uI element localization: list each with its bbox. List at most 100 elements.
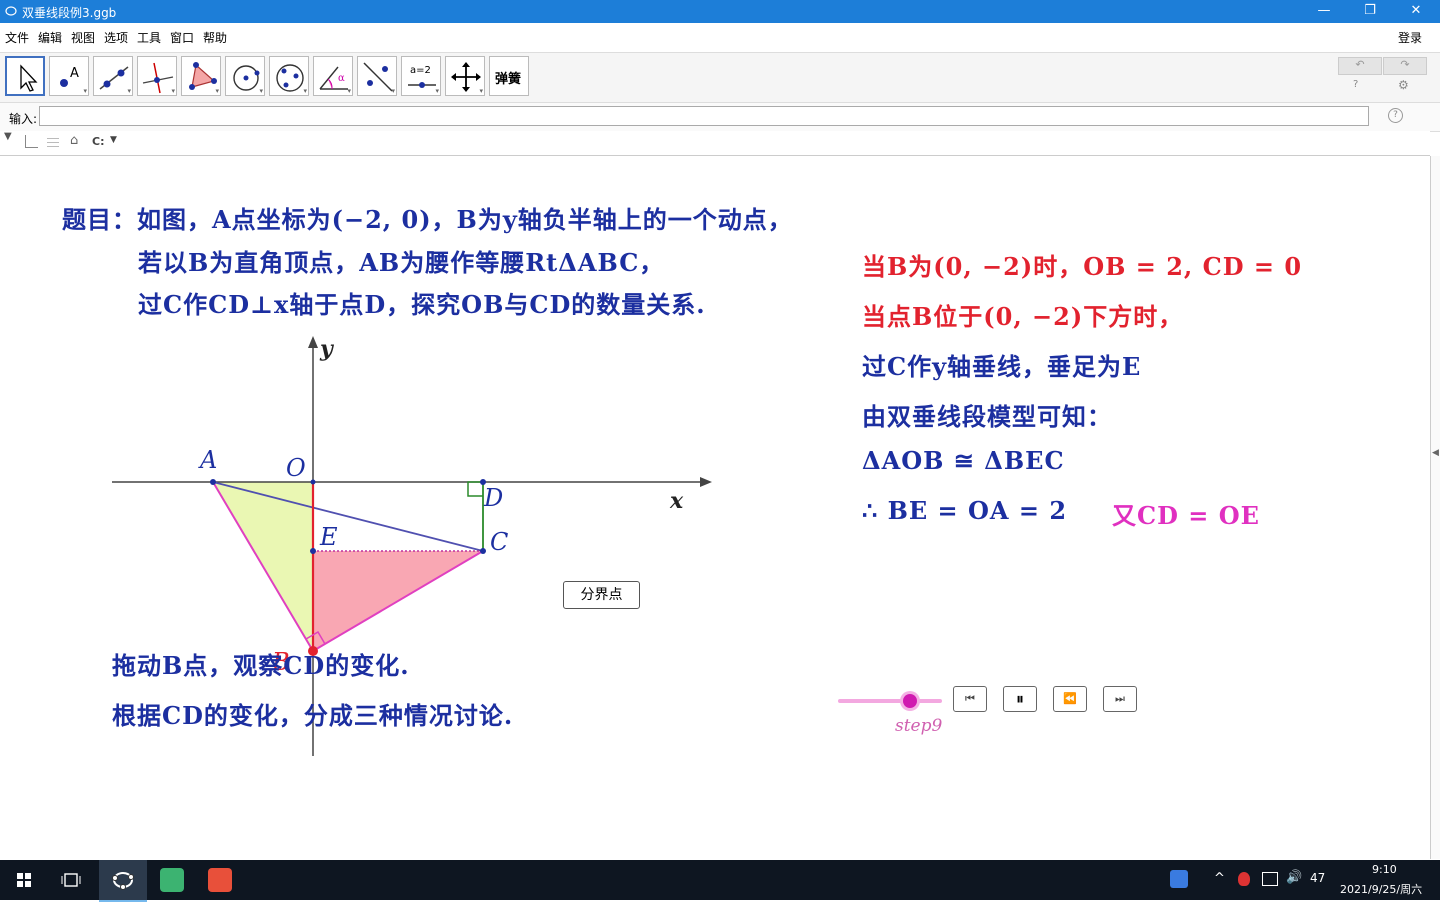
side-panel-toggle[interactable]: ◀ <box>1430 156 1440 859</box>
task-view-icon[interactable] <box>55 864 87 896</box>
chevron-down-icon[interactable]: ▼ <box>110 135 117 145</box>
settings-gear-icon[interactable]: ⚙ <box>1398 78 1409 92</box>
clock-date[interactable]: 2021/9/25/周六 <box>1340 881 1422 897</box>
grid-toggle-icon[interactable] <box>47 135 59 147</box>
x-axis-arrow <box>700 477 712 487</box>
input-help-icon[interactable]: ? <box>1388 108 1403 123</box>
custom-tool-button[interactable]: 弹簧 <box>489 56 529 96</box>
line-tool-button[interactable]: ▾ <box>93 56 133 96</box>
tray-chevron-icon[interactable]: ^ <box>1214 871 1225 886</box>
graphics-view[interactable]: 题目：如图，A点坐标为(−2, 0)，B为y轴负半轴上的一个动点， 若以B为直角… <box>0 156 1430 859</box>
volume-icon[interactable]: 🔊 <box>1286 870 1302 885</box>
move-view-tool-button[interactable]: ▾ <box>445 56 485 96</box>
label-x: x <box>669 488 684 514</box>
menu-file[interactable]: 文件 <box>5 29 29 46</box>
point-E[interactable] <box>310 548 316 554</box>
right-angle-D <box>467 481 483 497</box>
play-pause-button[interactable]: ⏸ <box>1003 686 1037 712</box>
svg-text:α: α <box>338 73 345 84</box>
window-title-bar[interactable]: 双垂线段例3.ggb — ❐ ✕ <box>0 0 1440 23</box>
solution-line-6a: ∴ BE = OA = 2 <box>862 496 1068 525</box>
polygon-tool-button[interactable]: ▾ <box>181 56 221 96</box>
label-D: D <box>483 484 503 512</box>
qq-icon[interactable] <box>1170 870 1188 888</box>
menu-view[interactable]: 视图 <box>71 29 95 46</box>
slider-tool-button[interactable]: a=2 ▾ <box>401 56 441 96</box>
camtasia-green-icon[interactable] <box>160 868 184 892</box>
close-button[interactable]: ✕ <box>1393 0 1439 23</box>
solution-line-3: 过C作y轴垂线，垂足为E <box>862 352 1142 381</box>
toolbar-help-icon[interactable]: ? <box>1353 79 1358 90</box>
maximize-button[interactable]: ❐ <box>1347 0 1393 23</box>
last-step-button[interactable]: ⏭ <box>1103 686 1137 712</box>
spring-tool-icon: 弹簧 <box>495 71 521 87</box>
geogebra-icon <box>112 872 134 890</box>
previous-step-button[interactable]: ⏪ <box>1053 686 1087 712</box>
menu-window[interactable]: 窗口 <box>170 29 194 46</box>
solution-line-5: ΔAOB ≅ ΔBEC <box>862 446 1065 475</box>
solution-line-6b: 又CD = OE <box>1112 501 1260 530</box>
y-axis-arrow <box>308 336 318 348</box>
stylebar-toggle-icon[interactable]: ▼ <box>4 131 12 142</box>
point-capture-dropdown[interactable]: C: <box>92 135 104 148</box>
menu-tools[interactable]: 工具 <box>137 29 161 46</box>
label-y: y <box>319 336 335 362</box>
redo-button[interactable]: ↷ <box>1383 57 1427 75</box>
point-O[interactable] <box>310 479 316 485</box>
login-link[interactable]: 登录 <box>1398 29 1422 46</box>
algebra-input-field[interactable] <box>39 106 1369 126</box>
battery-percentage: 47 <box>1310 871 1326 885</box>
point-C[interactable] <box>480 548 486 554</box>
move-tool-button[interactable] <box>5 56 45 96</box>
geogebra-app-icon <box>5 6 17 16</box>
label-E: E <box>319 523 338 551</box>
label-O: O <box>286 454 306 482</box>
network-icon[interactable] <box>1262 872 1278 886</box>
circle-tool-button[interactable]: ▾ <box>225 56 265 96</box>
first-step-button[interactable]: ⏮ <box>953 686 987 712</box>
menu-help[interactable]: 帮助 <box>203 29 227 46</box>
boundary-point-button[interactable]: 分界点 <box>563 581 640 609</box>
menu-edit[interactable]: 编辑 <box>38 29 62 46</box>
svg-text:a=2: a=2 <box>410 65 431 76</box>
hint-line-1: 拖动B点，观察CD的变化. <box>112 651 410 680</box>
solution-line-4: 由双垂线段模型可知： <box>862 402 1112 431</box>
undo-button[interactable]: ↶ <box>1338 57 1382 75</box>
label-A: A <box>198 446 217 474</box>
label-C: C <box>490 528 508 556</box>
angle-tool-button[interactable]: α ▾ <box>313 56 353 96</box>
axes-toggle-icon[interactable] <box>25 135 38 148</box>
hint-line-2: 根据CD的变化，分成三种情况讨论. <box>112 701 514 730</box>
menu-bar: 文件 编辑 视图 选项 工具 窗口 帮助 登录 <box>0 23 1440 49</box>
windows-taskbar: ^ 🔊 47 9:10 2021/9/25/周六 <box>0 860 1440 902</box>
style-bar: ▼ ⌂ C: ▼ <box>0 131 1430 156</box>
menu-options[interactable]: 选项 <box>104 29 128 46</box>
redo-icon: ↷ <box>1400 58 1410 71</box>
toolbar: A ▾ ▾ ▾ ▾ ▾ ▾ α ▾ ▾ a=2 ▾ ▾ 弹簧 ↶ ↷ ? ⚙ <box>0 52 1440 103</box>
solution-line-2: 当点B位于(0, −2)下方时， <box>862 302 1184 331</box>
perpendicular-tool-button[interactable]: ▾ <box>137 56 177 96</box>
window-title: 双垂线段例3.ggb <box>22 6 117 20</box>
svg-text:弹簧: 弹簧 <box>495 71 521 87</box>
chevron-left-icon[interactable]: ◀ <box>1432 448 1439 458</box>
clock-time[interactable]: 9:10 <box>1372 863 1397 876</box>
step-slider-handle[interactable] <box>903 694 917 708</box>
step-slider-track[interactable] <box>838 699 942 703</box>
home-icon[interactable]: ⌂ <box>70 133 78 148</box>
point-tool-button[interactable]: A ▾ <box>49 56 89 96</box>
input-label: 输入: <box>9 112 38 126</box>
reflect-tool-button[interactable]: ▾ <box>357 56 397 96</box>
arrow-cursor-icon <box>20 64 38 92</box>
qq-penguin-icon[interactable] <box>1238 872 1250 886</box>
point-A[interactable] <box>210 479 216 485</box>
taskbar-geogebra[interactable] <box>99 860 147 902</box>
windows-start-icon[interactable] <box>8 864 40 896</box>
input-bar: 输入: ? <box>0 102 1440 132</box>
camtasia-red-icon[interactable] <box>208 868 232 892</box>
circle-three-points-tool-button[interactable]: ▾ <box>269 56 309 96</box>
slider-caption: step9 <box>895 716 943 736</box>
solution-line-1: 当B为(0, −2)时，OB = 2, CD = 0 <box>862 252 1303 281</box>
minimize-button[interactable]: — <box>1301 0 1347 23</box>
geometry-figure: A O D E C B x y <box>112 336 712 756</box>
svg-text:A: A <box>70 66 79 81</box>
